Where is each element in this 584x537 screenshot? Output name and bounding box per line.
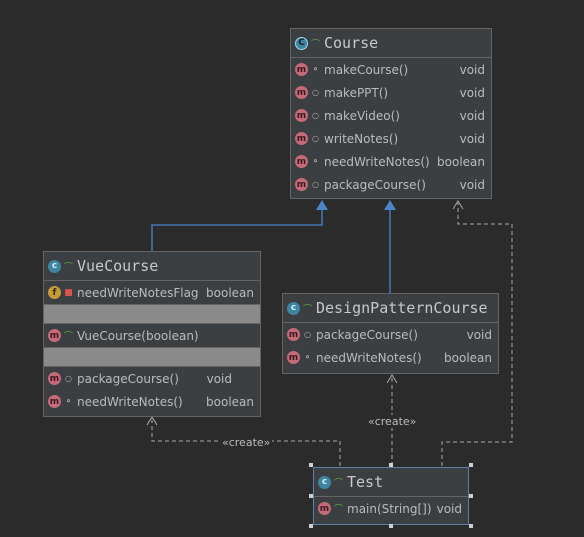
class-header: c ⌒ Test: [314, 468, 468, 497]
selection-handle[interactable]: [469, 463, 473, 467]
public-open-icon: ⌒: [334, 478, 344, 489]
class-header: c ⌒ VueCourse: [44, 252, 260, 281]
class-icon: c: [287, 301, 300, 315]
class-test[interactable]: c ⌒ Test m ⌒ main(String[]) void: [313, 467, 469, 525]
field-row[interactable]: f ■ needWriteNotesFlag boolean: [44, 281, 260, 304]
field-name: needWriteNotesFlag: [77, 285, 199, 300]
public-open-icon: ⌒: [64, 262, 74, 273]
method-row[interactable]: m ○ makeVideo() void: [291, 104, 491, 127]
method-type: void: [459, 108, 485, 123]
method-type: boolean: [444, 350, 492, 365]
selection-handle[interactable]: [309, 463, 313, 467]
method-name: writeNotes(): [324, 131, 399, 146]
create-label-vue: «create»: [220, 436, 273, 449]
constructor-row[interactable]: m ⌒ VueCourse(boolean): [44, 324, 260, 347]
method-icon: m: [287, 328, 300, 341]
public-open-icon: ⌒: [334, 505, 344, 515]
class-header: C ⌒ Course: [291, 29, 491, 58]
selection-handle[interactable]: [309, 494, 313, 498]
inheritance-arrow-designpattern: [384, 200, 396, 210]
private-lock-icon: ■: [64, 287, 73, 298]
method-icon: m: [295, 178, 308, 191]
method-row[interactable]: m ⌒ main(String[]) void: [314, 497, 468, 520]
method-icon: m: [48, 372, 61, 385]
field-icon: f: [48, 286, 61, 299]
section-separator: [44, 347, 260, 367]
method-icon: m: [295, 109, 308, 122]
class-course[interactable]: C ⌒ Course m ⚬ makeCourse() void m ○ makePPT(…: [290, 28, 492, 199]
class-vuecourse[interactable]: c ⌒ VueCourse f ■ needWriteNotesFlag boolea…: [43, 251, 261, 417]
method-type: void: [459, 62, 485, 77]
package-icon: ○: [312, 134, 319, 143]
method-row[interactable]: m ⚬ needWriteNotes() boolean: [283, 346, 498, 369]
method-row[interactable]: m ○ writeNotes() void: [291, 127, 491, 150]
create-label-design: «create»: [366, 415, 419, 428]
constructor-name: VueCourse(boolean): [77, 328, 199, 343]
method-name: makeCourse(): [324, 62, 409, 77]
selection-handle[interactable]: [389, 524, 393, 528]
public-open-icon: ⌒: [311, 39, 321, 50]
selection-handle[interactable]: [389, 463, 393, 467]
method-type: void: [466, 327, 492, 342]
method-name: packageCourse(): [324, 177, 426, 192]
method-type: void: [436, 501, 462, 516]
selection-handle[interactable]: [469, 524, 473, 528]
selection-handle[interactable]: [469, 494, 473, 498]
class-icon: c: [48, 259, 61, 273]
package-icon: ○: [312, 111, 319, 120]
method-icon: m: [295, 132, 308, 145]
method-icon: m: [287, 351, 300, 364]
method-name: needWriteNotes(): [316, 350, 422, 365]
section-separator: [44, 304, 260, 324]
package-icon: ○: [65, 374, 72, 383]
method-type: void: [459, 131, 485, 146]
class-designpatterncourse[interactable]: c ⌒ DesignPatternCourse m ○ packageCourse(…: [282, 293, 499, 374]
method-icon: m: [295, 86, 308, 99]
class-title: Course: [324, 34, 379, 52]
method-icon: m: [48, 329, 61, 342]
abstract-class-icon: C: [295, 36, 308, 50]
method-type: boolean: [206, 394, 254, 409]
method-icon: m: [295, 155, 308, 168]
method-type: void: [459, 177, 485, 192]
method-row[interactable]: m ⚬ makeCourse() void: [291, 58, 491, 81]
package-key-icon: ⚬: [303, 352, 312, 363]
package-key-icon: ⚬: [311, 64, 320, 75]
method-row[interactable]: m ○ packageCourse() void: [44, 367, 260, 390]
method-type: void: [459, 85, 485, 100]
package-icon: ○: [312, 88, 319, 97]
public-open-icon: ⌒: [303, 304, 313, 315]
class-icon: c: [318, 475, 331, 489]
method-name: packageCourse(): [316, 327, 418, 342]
static-method-icon: m: [318, 502, 331, 515]
method-row[interactable]: m ⚬ needWriteNotes() boolean: [44, 390, 260, 413]
class-title: Test: [347, 473, 384, 491]
inheritance-edge-vuecourse: [151, 208, 323, 251]
method-name: main(String[]): [347, 501, 432, 516]
package-icon: ○: [304, 330, 311, 339]
method-icon: m: [295, 63, 308, 76]
class-title: DesignPatternCourse: [316, 299, 488, 317]
class-header: c ⌒ DesignPatternCourse: [283, 294, 498, 323]
selection-handle[interactable]: [309, 524, 313, 528]
public-open-icon: ⌒: [64, 332, 74, 342]
method-row[interactable]: m ⚬ needWriteNotes() boolean: [291, 150, 491, 173]
package-icon: ○: [312, 180, 319, 189]
method-row[interactable]: m ○ makePPT() void: [291, 81, 491, 104]
method-type: boolean: [437, 154, 485, 169]
package-key-icon: ⚬: [311, 156, 320, 167]
method-name: makeVideo(): [324, 108, 400, 123]
method-name: needWriteNotes(): [324, 154, 430, 169]
package-key-icon: ⚬: [64, 396, 73, 407]
class-title: VueCourse: [77, 257, 159, 275]
method-row[interactable]: m ○ packageCourse() void: [283, 323, 498, 346]
method-icon: m: [48, 395, 61, 408]
field-type: boolean: [206, 285, 254, 300]
method-row[interactable]: m ○ packageCourse() void: [291, 173, 491, 196]
method-type: void: [206, 371, 232, 386]
inheritance-arrow-vuecourse: [316, 200, 328, 210]
method-name: makePPT(): [324, 85, 389, 100]
method-name: packageCourse(): [77, 371, 179, 386]
method-name: needWriteNotes(): [77, 394, 183, 409]
